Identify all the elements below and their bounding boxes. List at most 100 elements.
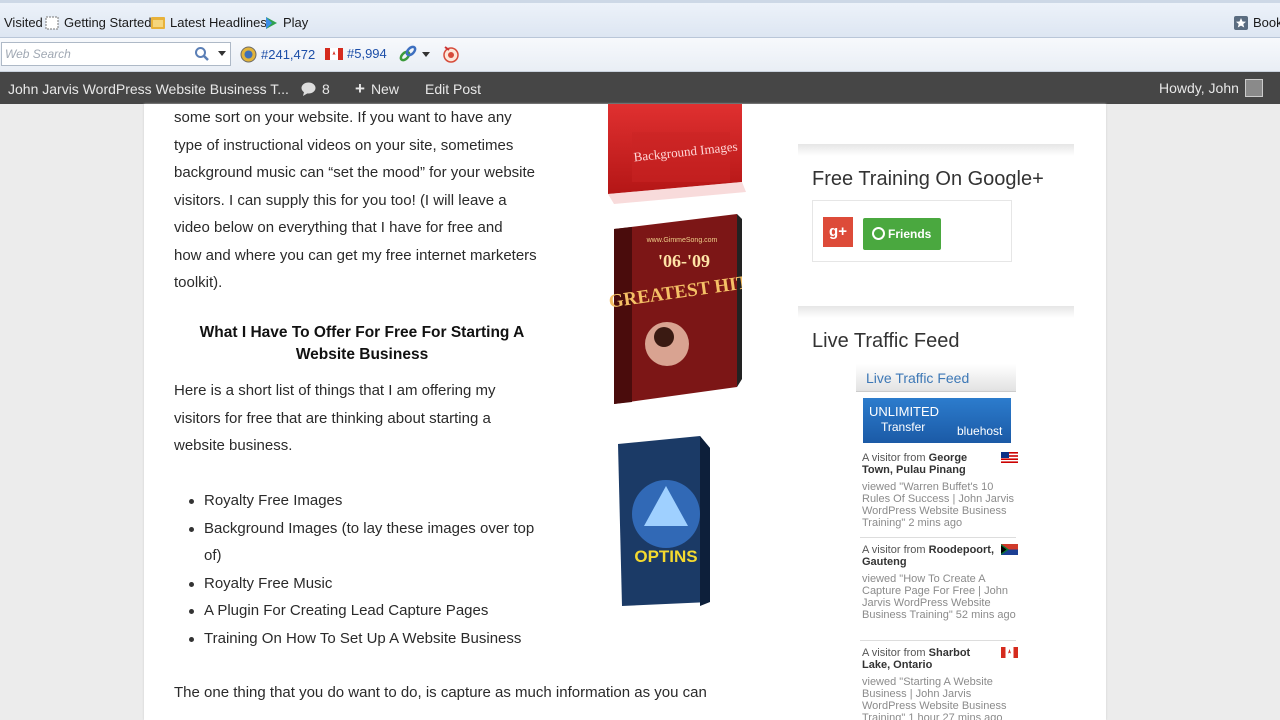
edit-post-link[interactable]: Edit Post [425, 81, 481, 97]
play-store-icon [266, 16, 277, 29]
feed-header[interactable]: Live Traffic Feed [856, 364, 1016, 392]
visitor-location: A visitor from Sharbot Lake, Ontario [862, 647, 1018, 671]
page-container: some sort on your website. If you want t… [144, 104, 1106, 720]
google-plus-icon[interactable]: g+ [823, 217, 853, 247]
text-line: background music can “set the mood” for … [174, 164, 536, 181]
visitor-prefix: A visitor from [862, 544, 926, 556]
list-item: Royalty Free Music [189, 570, 574, 598]
visitor-viewed: viewed "How To Create A Capture Page For… [862, 573, 1018, 621]
canada-flag-icon [325, 47, 343, 60]
visitor-prefix: A visitor from [862, 647, 926, 659]
widget-shade [798, 144, 1074, 156]
background-images-product-image[interactable]: Background Images [604, 104, 746, 204]
global-rank-value: #241,472 [261, 47, 316, 62]
visitor-location: A visitor from George Town, Pulau Pinang [862, 452, 1018, 476]
comments-count: 8 [322, 81, 330, 97]
comment-bubble-icon [301, 82, 316, 96]
visitor-viewed: viewed "Starting A Website Business | Jo… [862, 676, 1018, 720]
product-label: '06-'09 [658, 251, 710, 271]
text-line-cut [174, 707, 764, 720]
dotted-page-icon [45, 16, 59, 29]
chevron-down-icon [422, 51, 430, 57]
list-item: Royalty Free Images [189, 487, 574, 515]
divider [860, 640, 1016, 641]
visit-time: 2 mins ago [908, 517, 963, 529]
text-line: how and where you can get my free intern… [174, 246, 537, 264]
banner-line: Transfer [881, 420, 926, 434]
bookmark-getting-started[interactable]: Getting Started [45, 15, 151, 30]
text-line: visitors. I can supply this for you too!… [174, 191, 507, 209]
search-dropdown-icon[interactable] [218, 51, 226, 56]
new-content-link[interactable]: + New [355, 79, 399, 98]
my-account-menu[interactable]: Howdy, John [1159, 79, 1263, 97]
bluehost-banner[interactable]: UNLIMITED Transfer bluehost [863, 398, 1011, 443]
chain-link-icon [399, 45, 417, 62]
web-of-trust-button[interactable] [441, 44, 460, 64]
visitor-location: A visitor from Roodepoort, Gauteng [862, 544, 1018, 568]
new-label: New [370, 81, 399, 97]
visitor-entry[interactable]: A visitor from Sharbot Lake, Ontario vie… [862, 647, 1018, 720]
visitor-prefix: A visitor from [862, 452, 926, 464]
text-line: Here is a short list of things that I am… [174, 382, 496, 399]
bookmarks-toolbar: Visited Getting Started Latest Headlines… [0, 0, 1280, 38]
bluehost-logo: bluehost [957, 424, 1003, 438]
alexa-rank-global[interactable]: #241,472 [240, 46, 315, 63]
search-icon[interactable] [194, 46, 210, 62]
offer-list: Royalty Free Images Background Images (t… [189, 487, 574, 653]
text-line: website business. [174, 437, 293, 454]
links-dropdown[interactable] [398, 44, 430, 64]
visitor-entry[interactable]: A visitor from Roodepoort, Gauteng viewe… [862, 544, 1018, 621]
site-name-link[interactable]: John Jarvis WordPress Website Business T… [8, 81, 289, 97]
product-label: OPTINS [634, 547, 697, 566]
banner-line: UNLIMITED [869, 404, 940, 419]
text-line: The one thing that you do want to do, is… [174, 684, 707, 701]
product-label: www.GimmeSong.com [646, 237, 718, 244]
text-line: visitors for free that are thinking abou… [174, 409, 491, 427]
plus-icon: + [355, 79, 365, 98]
list-item: Background Images (to lay these images o… [189, 515, 549, 570]
bookmarks-menu[interactable]: Book [1234, 15, 1280, 30]
google-plus-widget: Free Training On Google+ g+ Friends [798, 144, 1074, 284]
friends-button[interactable]: Friends [863, 218, 941, 250]
text-line: toolkit). [174, 274, 223, 291]
addon-toolbar: Web Search #241,472 #5,994 [0, 38, 1280, 72]
widget-title: Free Training On Google+ [812, 168, 1044, 190]
section-heading: What I Have To Offer For Free For Starti… [199, 324, 525, 363]
optins-product-image[interactable]: OPTINS [612, 434, 737, 609]
visitor-viewed: viewed "Warren Buffet's 10 Rules Of Succ… [862, 481, 1018, 529]
star-icon [1234, 15, 1248, 30]
list-intro-paragraph: Here is a short list of things that I am… [174, 377, 554, 460]
edit-post-label: Edit Post [425, 81, 482, 97]
text-line: some sort on your website. If you want t… [174, 109, 512, 126]
text-line: video below on everything that I have fo… [174, 219, 503, 236]
list-item: A Plugin For Creating Lead Capture Pages [189, 597, 574, 625]
greatest-hits-product-image[interactable]: www.GimmeSong.com '06-'09 GREATEST HITS [592, 209, 742, 409]
comments-link[interactable]: 8 [301, 81, 330, 97]
bookmark-label: Book [1253, 15, 1280, 30]
country-rank-value: #5,994 [347, 46, 387, 61]
canada-flag-icon [1001, 647, 1018, 658]
closing-paragraph: The one thing that you do want to do, is… [174, 679, 764, 720]
list-item: Training On How To Set Up A Website Busi… [189, 625, 574, 653]
howdy-label: Howdy, John [1159, 80, 1239, 96]
text-line: type of instructional videos on your sit… [174, 136, 514, 154]
rss-folder-icon [151, 16, 165, 29]
alexa-rank-country[interactable]: #5,994 [325, 46, 387, 61]
avatar [1244, 79, 1263, 97]
search-placeholder: Web Search [5, 47, 71, 61]
bookmark-label: Play [283, 15, 309, 30]
friends-label: Friends [888, 227, 932, 241]
south-africa-flag-icon [1001, 544, 1018, 555]
bookmark-visited[interactable]: Visited [4, 15, 43, 30]
google-plus-box: g+ Friends [812, 200, 1012, 262]
bookmark-play[interactable]: Play [264, 15, 308, 30]
feed-header-title: Live Traffic Feed [866, 370, 970, 386]
intro-paragraph: some sort on your website. If you want t… [174, 104, 554, 297]
bookmark-latest-headlines[interactable]: Latest Headlines [151, 15, 267, 30]
globe-icon [240, 46, 257, 63]
visitor-entry[interactable]: A visitor from George Town, Pulau Pinang… [862, 452, 1018, 529]
web-search-input[interactable]: Web Search [1, 42, 231, 66]
visit-time: 1 hour 27 mins ago [908, 712, 1003, 720]
divider [860, 537, 1016, 538]
site-title: John Jarvis WordPress Website Business T… [8, 81, 289, 97]
